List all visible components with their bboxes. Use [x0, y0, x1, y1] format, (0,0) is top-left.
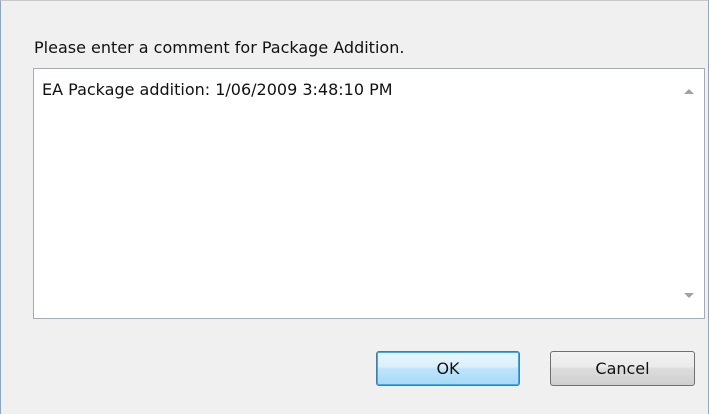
- ok-button[interactable]: OK: [376, 351, 520, 386]
- prompt-label: Please enter a comment for Package Addit…: [34, 38, 405, 57]
- comment-textarea[interactable]: EA Package addition: 1/06/2009 3:48:10 P…: [33, 68, 705, 319]
- scroll-down-arrow-icon[interactable]: [684, 293, 694, 298]
- comment-dialog: Please enter a comment for Package Addit…: [0, 0, 709, 414]
- comment-text[interactable]: EA Package addition: 1/06/2009 3:48:10 P…: [42, 80, 393, 99]
- cancel-button[interactable]: Cancel: [550, 351, 695, 386]
- vertical-scrollbar[interactable]: [674, 69, 704, 318]
- scroll-up-arrow-icon[interactable]: [684, 89, 694, 94]
